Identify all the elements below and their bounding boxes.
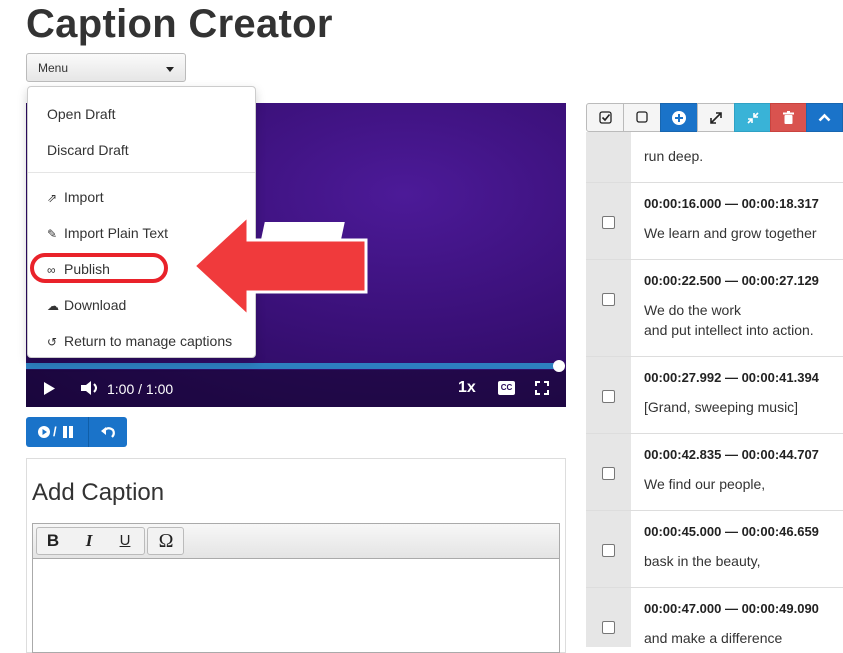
menu-item-import-plain-text[interactable]: ✎ Import Plain Text <box>47 225 168 241</box>
undo-icon: ↺ <box>47 335 58 349</box>
undo-button[interactable] <box>88 417 127 447</box>
play-icon[interactable] <box>42 381 56 396</box>
menu-item-label: Discard Draft <box>47 142 129 158</box>
menu-item-label: Open Draft <box>47 106 116 122</box>
playback-speed-button[interactable]: 1x <box>458 379 476 397</box>
menu-button[interactable]: Menu <box>26 53 186 82</box>
progress-knob[interactable] <box>553 360 565 372</box>
caption-text[interactable]: and make a difference <box>644 628 782 648</box>
chevron-up-icon <box>818 113 831 122</box>
time-display: 1:00 / 1:00 <box>107 381 173 397</box>
square-icon <box>636 111 648 123</box>
plus-circle-icon <box>672 111 686 125</box>
caption-checkbox[interactable] <box>602 544 615 557</box>
volume-icon[interactable] <box>80 379 102 397</box>
play-circle-icon <box>38 426 50 438</box>
caption-text[interactable]: We do the work <box>644 300 741 320</box>
trash-icon <box>783 111 794 124</box>
row-gutter <box>586 132 631 182</box>
delete-button[interactable] <box>770 103 807 132</box>
menu-item-open-draft[interactable]: Open Draft <box>47 106 115 122</box>
menu-divider <box>28 172 255 173</box>
add-caption-button[interactable] <box>660 103 698 132</box>
caption-timecode[interactable]: 00:00:22.500 — 00:00:27.129 <box>644 273 819 288</box>
caption-list: run deep. 00:00:16.000 — 00:00:18.317 We… <box>586 132 843 647</box>
row-gutter <box>586 260 631 356</box>
compress-icon <box>746 112 759 124</box>
expand-icon <box>710 112 722 124</box>
expand-button[interactable] <box>697 103 735 132</box>
highlight-ring <box>30 253 168 283</box>
caption-text[interactable]: We find our people, <box>644 474 765 494</box>
special-character-button[interactable]: Ω <box>151 527 181 555</box>
highlight-arrow <box>191 212 368 320</box>
caption-timecode[interactable]: 00:00:27.992 — 00:00:41.394 <box>644 370 819 385</box>
caption-text[interactable]: and put intellect into action. <box>644 320 814 340</box>
menu-item-download[interactable]: ☁ Download <box>47 297 126 313</box>
edit-icon: ✎ <box>47 227 58 241</box>
caption-checkbox[interactable] <box>602 293 615 306</box>
menu-item-import[interactable]: ⇗ Import <box>47 189 104 205</box>
menu-item-return[interactable]: ↺ Return to manage captions <box>47 333 232 349</box>
caption-text[interactable]: run deep. <box>644 146 703 166</box>
undo-arrow-icon <box>101 427 115 438</box>
caption-timecode[interactable]: 00:00:42.835 — 00:00:44.707 <box>644 447 819 462</box>
menu-item-discard-draft[interactable]: Discard Draft <box>47 142 129 158</box>
external-link-icon: ⇗ <box>47 191 58 205</box>
menu-item-label: Download <box>64 297 127 313</box>
italic-button[interactable]: I <box>76 527 102 555</box>
caption-checkbox[interactable] <box>602 621 615 634</box>
play-pause-button[interactable]: / <box>26 417 88 447</box>
caption-checkbox[interactable] <box>602 216 615 229</box>
progress-bar[interactable] <box>26 363 560 369</box>
page-title: Caption Creator <box>26 2 333 46</box>
collapse-button[interactable] <box>806 103 843 132</box>
caption-timecode[interactable]: 00:00:47.000 — 00:00:49.090 <box>644 601 819 616</box>
check-square-icon <box>598 111 612 124</box>
compress-button[interactable] <box>734 103 771 132</box>
caption-text[interactable]: [Grand, sweeping music] <box>644 397 798 417</box>
caption-text[interactable]: We learn and grow together <box>644 223 817 243</box>
caption-timecode[interactable]: 00:00:16.000 — 00:00:18.317 <box>644 196 819 211</box>
caption-timecode[interactable]: 00:00:45.000 — 00:00:46.659 <box>644 524 819 539</box>
menu-item-label: Import <box>64 189 104 205</box>
caret-down-icon <box>166 67 174 72</box>
menu-item-label: Return to manage captions <box>64 333 233 349</box>
duration: 1:00 <box>145 381 174 397</box>
add-caption-heading: Add Caption <box>32 479 165 506</box>
caption-checkbox[interactable] <box>602 390 615 403</box>
pause-icon <box>63 426 73 438</box>
time-separator: / <box>138 381 143 397</box>
uncheck-all-button[interactable] <box>623 103 661 132</box>
menu-item-label: Import Plain Text <box>64 225 169 241</box>
bold-button[interactable]: B <box>40 527 66 555</box>
closed-captions-icon[interactable]: CC <box>498 381 515 395</box>
fullscreen-icon[interactable] <box>535 381 549 395</box>
current-time: 1:00 <box>107 381 135 397</box>
slash-label: / <box>53 424 57 439</box>
caption-text[interactable]: bask in the beauty, <box>644 551 760 571</box>
menu-button-label: Menu <box>38 61 69 75</box>
underline-button[interactable]: U <box>112 527 138 555</box>
caption-checkbox[interactable] <box>602 467 615 480</box>
check-all-button[interactable] <box>586 103 624 132</box>
cloud-download-icon: ☁ <box>47 299 59 313</box>
row-gutter <box>586 588 631 647</box>
